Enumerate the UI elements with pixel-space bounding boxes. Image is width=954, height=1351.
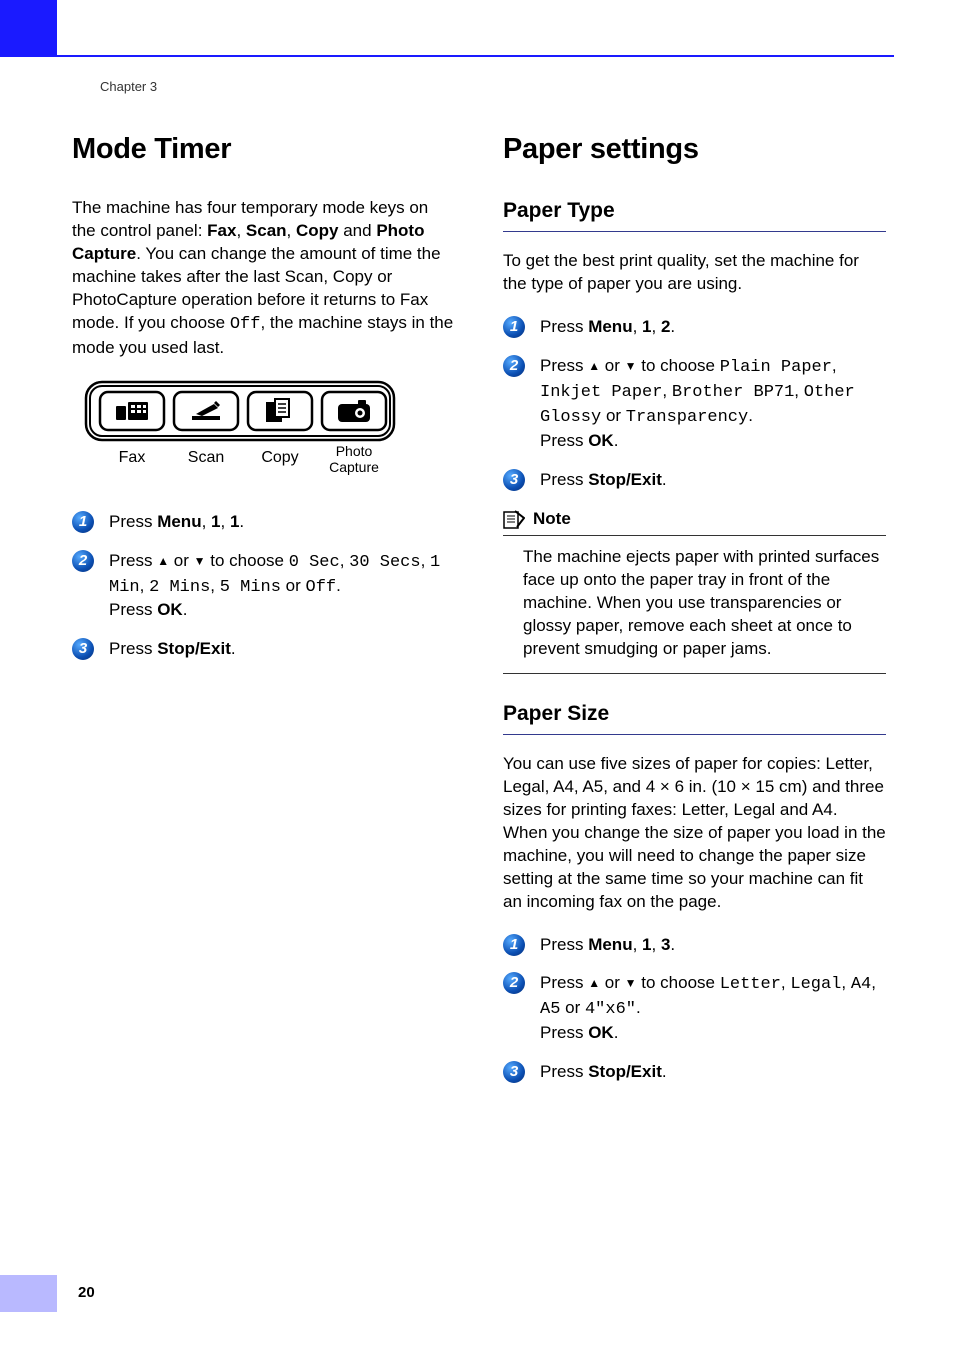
step-badge-2: 2: [503, 355, 525, 377]
chapter-label: Chapter 3: [100, 78, 157, 96]
note-header: Note: [503, 508, 886, 536]
step-badge-3: 3: [503, 469, 525, 491]
step-badge-1: 1: [503, 934, 525, 956]
step-badge-2: 2: [503, 972, 525, 994]
label-copy: Copy: [261, 449, 298, 466]
ps-step-1: 1 Press Menu, 1, 3.: [503, 934, 886, 957]
step-1: 1 Press Menu, 1, 1.: [72, 511, 455, 534]
ps-step-2: 2 Press ▲ or ▼ to choose Letter, Legal, …: [503, 972, 886, 1045]
up-triangle-icon: ▲: [588, 359, 600, 373]
label-photo1: Photo: [336, 443, 373, 459]
step-2: 2 Press ▲ or ▼ to choose 0 Sec, 30 Secs,…: [72, 550, 455, 623]
right-column: Paper settings Paper Type To get the bes…: [503, 130, 886, 1100]
page-content: Mode Timer The machine has four temporar…: [72, 130, 886, 1100]
mode-timer-steps: 1 Press Menu, 1, 1. 2 Press ▲ or ▼ to ch…: [72, 511, 455, 662]
paper-type-intro: To get the best print quality, set the m…: [503, 250, 886, 296]
pt-step-1: 1 Press Menu, 1, 2.: [503, 316, 886, 339]
note-body: The machine ejects paper with printed su…: [503, 546, 886, 674]
down-triangle-icon: ▼: [625, 976, 637, 990]
mode-timer-intro: The machine has four temporary mode keys…: [72, 197, 455, 360]
control-panel-illustration: Fax Scan Copy Photo Capture: [80, 380, 455, 487]
subheading-paper-type: Paper Type: [503, 197, 886, 232]
heading-mode-timer: Mode Timer: [72, 130, 455, 169]
paper-size-steps: 1 Press Menu, 1, 3. 2 Press ▲ or ▼ to ch…: [503, 934, 886, 1085]
step-badge-3: 3: [72, 638, 94, 660]
left-column: Mode Timer The machine has four temporar…: [72, 130, 455, 1100]
label-scan: Scan: [188, 449, 224, 466]
down-triangle-icon: ▼: [625, 359, 637, 373]
subheading-paper-size: Paper Size: [503, 700, 886, 735]
note-block: Note The machine ejects paper with print…: [503, 508, 886, 674]
pt-step-2: 2 Press ▲ or ▼ to choose Plain Paper, In…: [503, 355, 886, 453]
note-icon: [503, 509, 525, 529]
header-rule: [57, 55, 894, 57]
heading-paper-settings: Paper settings: [503, 130, 886, 169]
step-badge-1: 1: [503, 316, 525, 338]
footer-tab: [0, 1275, 57, 1312]
ps-step-3: 3 Press Stop/Exit.: [503, 1061, 886, 1084]
step-badge-2: 2: [72, 550, 94, 572]
step-3: 3 Press Stop/Exit.: [72, 638, 455, 661]
up-triangle-icon: ▲: [588, 976, 600, 990]
paper-size-intro: You can use five sizes of paper for copi…: [503, 753, 886, 914]
corner-tab: [0, 0, 57, 57]
label-photo2: Capture: [329, 459, 379, 475]
paper-type-steps: 1 Press Menu, 1, 2. 2 Press ▲ or ▼ to ch…: [503, 316, 886, 492]
note-label: Note: [531, 508, 575, 531]
up-triangle-icon: ▲: [157, 554, 169, 568]
down-triangle-icon: ▼: [194, 554, 206, 568]
mode-keys-svg: Fax Scan Copy Photo Capture: [80, 380, 400, 480]
pt-step-3: 3 Press Stop/Exit.: [503, 469, 886, 492]
page-number: 20: [78, 1283, 95, 1303]
label-fax: Fax: [119, 449, 146, 466]
step-badge-3: 3: [503, 1061, 525, 1083]
step-badge-1: 1: [72, 511, 94, 533]
